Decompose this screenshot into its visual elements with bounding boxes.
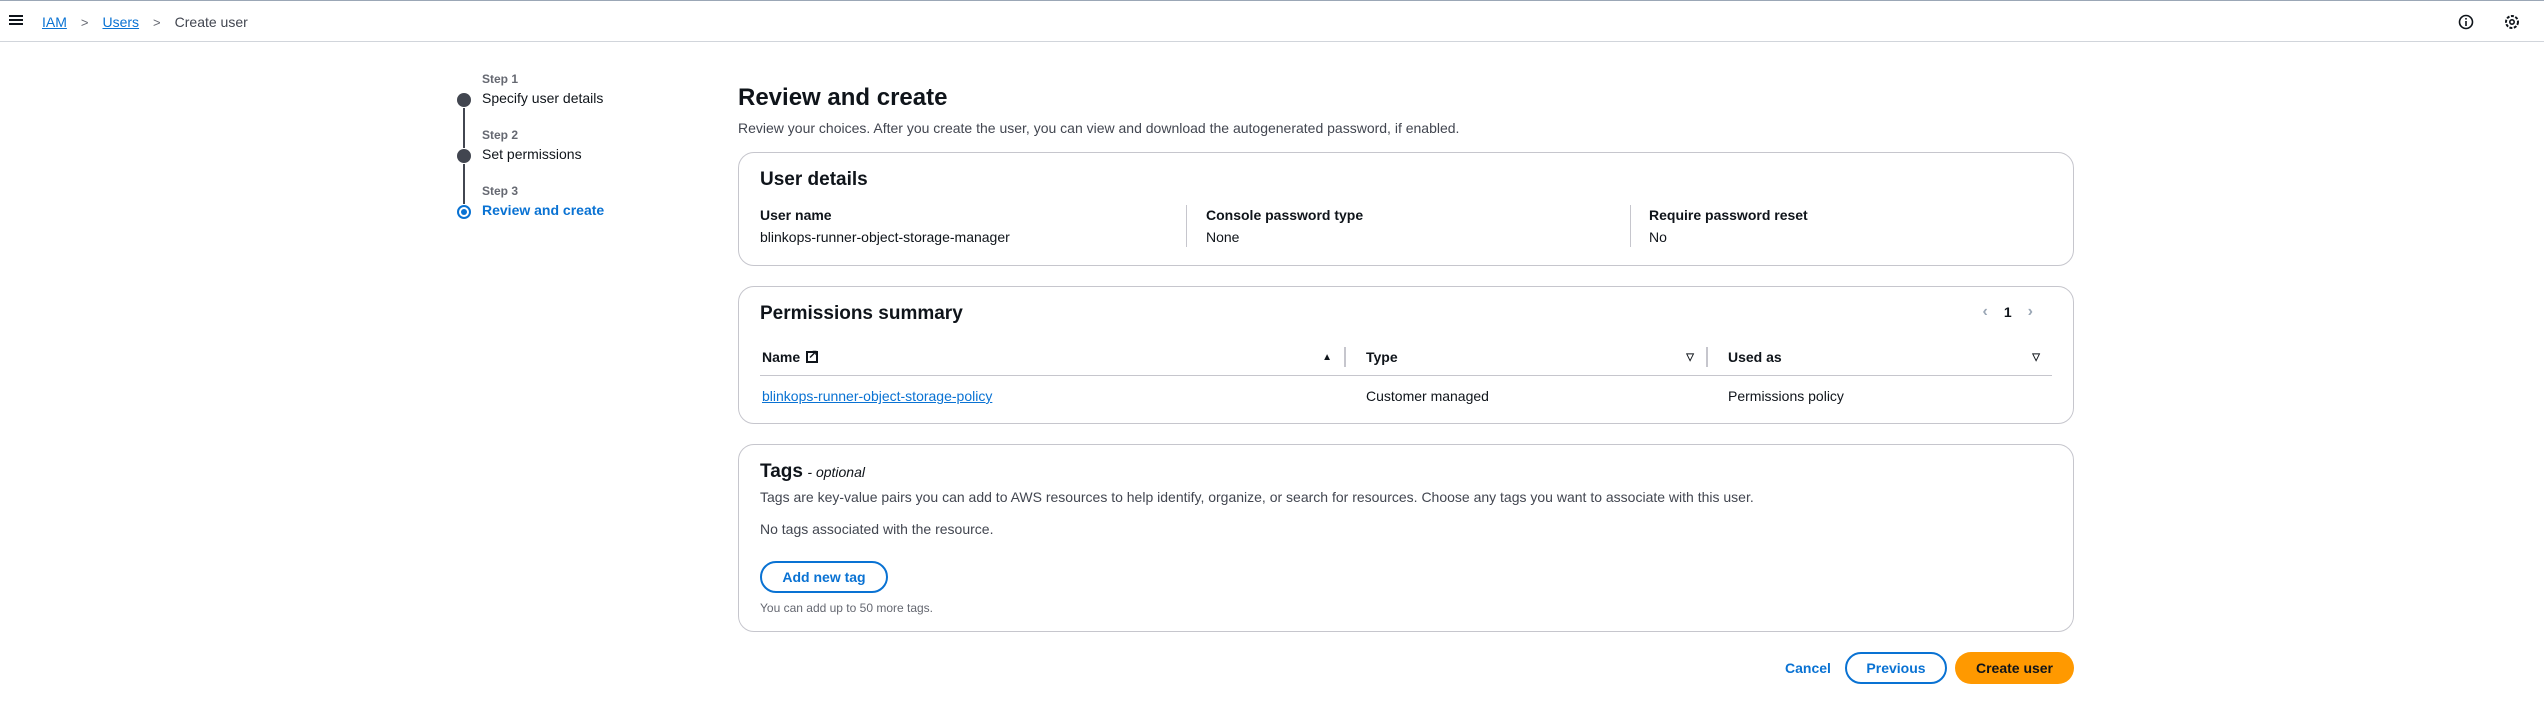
breadcrumb: IAM > Users > Create user xyxy=(42,1,248,43)
external-link-icon xyxy=(806,347,818,363)
breadcrumb-iam-link[interactable]: IAM xyxy=(42,14,67,30)
chevron-right-icon[interactable]: › xyxy=(2028,303,2033,321)
sort-icon[interactable]: ▽ xyxy=(2032,352,2040,363)
step-label: Review and create xyxy=(482,202,605,218)
breadcrumb-users-link[interactable]: Users xyxy=(102,14,139,30)
column-label: Used as xyxy=(1728,349,1782,365)
wizard-steps: Step 1 Specify user details Step 2 Set p… xyxy=(456,70,656,238)
main-content: Review and create Review your choices. A… xyxy=(738,80,2074,684)
user-details-card: User details User name blinkops-runner-o… xyxy=(738,152,2074,266)
page-title: Review and create xyxy=(738,84,948,111)
permissions-table: Name ▲ Type ▽ Used as ▽ blinkops-runner-… xyxy=(760,339,2052,416)
menu-icon[interactable] xyxy=(8,13,24,29)
field-label: Console password type xyxy=(1206,207,1364,223)
settings-icon[interactable] xyxy=(2504,14,2520,30)
permissions-summary-card: Permissions summary ‹ 1 › Name ▲ Type ▽ xyxy=(738,286,2074,424)
pagination: ‹ 1 › xyxy=(1967,303,2049,321)
add-new-tag-button[interactable]: Add new tag xyxy=(760,561,888,593)
column-header-used-as[interactable]: Used as ▽ xyxy=(1708,339,2052,375)
tags-description: Tags are key-value pairs you can add to … xyxy=(760,489,1754,505)
sort-ascending-icon[interactable]: ▲ xyxy=(1322,352,1332,363)
column-label: Name xyxy=(762,349,801,365)
previous-button[interactable]: Previous xyxy=(1845,652,1947,684)
field-value: No xyxy=(1649,229,1667,245)
breadcrumb-separator-icon: > xyxy=(80,14,89,30)
page-number[interactable]: 1 xyxy=(2004,304,2012,320)
field-value: None xyxy=(1206,229,1240,245)
step-complete-icon xyxy=(457,93,471,107)
sort-icon[interactable]: ▽ xyxy=(1686,352,1694,363)
field-label: Require password reset xyxy=(1649,207,1808,223)
step-2[interactable]: Step 2 Set permissions xyxy=(456,126,656,204)
step-label: Set permissions xyxy=(482,146,582,162)
policy-name-link[interactable]: blinkops-runner-object-storage-policy xyxy=(762,388,992,404)
chevron-left-icon[interactable]: ‹ xyxy=(1983,303,1988,321)
policy-type: Customer managed xyxy=(1366,388,1489,404)
step-number: Step 3 xyxy=(482,184,519,198)
create-user-button[interactable]: Create user xyxy=(1955,652,2074,684)
step-complete-icon xyxy=(457,149,471,163)
column-header-name[interactable]: Name ▲ xyxy=(760,339,1346,375)
step-number: Step 2 xyxy=(482,128,519,142)
tags-card: Tags - optional Tags are key-value pairs… xyxy=(738,444,2074,632)
policy-used-as: Permissions policy xyxy=(1728,388,1844,404)
optional-label: - optional xyxy=(807,464,865,480)
table-row: blinkops-runner-object-storage-policy Cu… xyxy=(760,376,2052,416)
divider xyxy=(1186,205,1187,247)
breadcrumb-current: Create user xyxy=(174,14,248,30)
column-header-type[interactable]: Type ▽ xyxy=(1346,339,1708,375)
user-name-field: User name blinkops-runner-object-storage… xyxy=(760,207,1010,245)
card-title: Tags xyxy=(760,461,803,482)
field-label: User name xyxy=(760,207,832,223)
step-1[interactable]: Step 1 Specify user details xyxy=(456,70,656,148)
page-description: Review your choices. After you create th… xyxy=(738,120,1460,136)
step-label: Specify user details xyxy=(482,90,604,106)
table-header: Name ▲ Type ▽ Used as ▽ xyxy=(760,339,2052,376)
field-value: blinkops-runner-object-storage-manager xyxy=(760,229,1010,245)
step-current-icon xyxy=(457,205,471,219)
console-password-type-field: Console password type None xyxy=(1206,207,1363,245)
card-title: User details xyxy=(760,169,868,190)
info-icon[interactable] xyxy=(2458,14,2474,30)
require-password-reset-field: Require password reset No xyxy=(1649,207,1808,245)
step-3: Step 3 Review and create xyxy=(456,182,656,238)
breadcrumb-separator-icon: > xyxy=(153,14,161,30)
card-title: Permissions summary xyxy=(760,303,963,324)
no-tags-message: No tags associated with the resource. xyxy=(760,521,994,537)
divider xyxy=(1630,205,1631,247)
tags-header: Tags - optional xyxy=(760,461,865,483)
step-number: Step 1 xyxy=(482,72,519,86)
top-navigation-bar: IAM > Users > Create user xyxy=(0,0,2544,42)
cancel-button[interactable]: Cancel xyxy=(1768,652,1848,684)
column-label: Type xyxy=(1366,349,1398,365)
tags-limit-note: You can add up to 50 more tags. xyxy=(760,601,934,615)
